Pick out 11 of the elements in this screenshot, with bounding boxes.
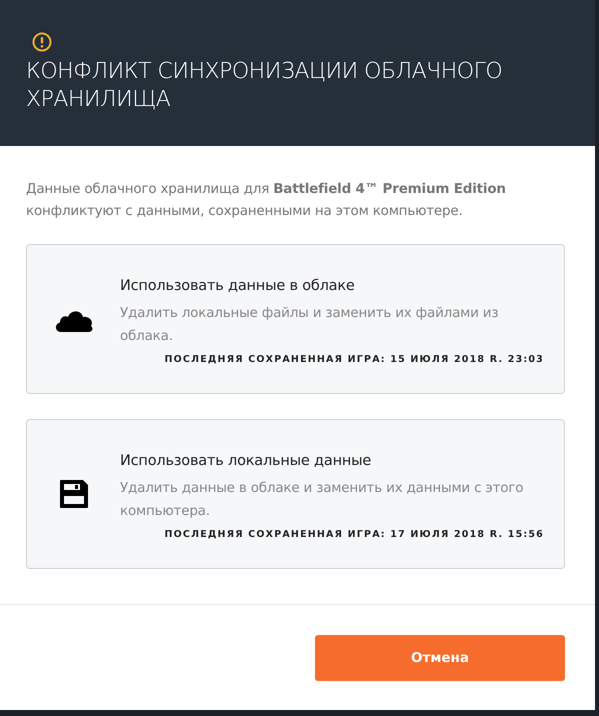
conflict-message: Данные облачного хранилища для Battlefield 4™ Premium Edition конфликтуют с данными, сохраненными на этом компьютере.: [26, 180, 507, 221]
option-description: Удалить локальные файлы и заменить их файлами из облака.: [120, 304, 500, 346]
option-card[interactable]: Использовать данные в облаке Удалить локальные файлы и заменить их файлами из облака. ПОСЛЕДНЯЯ СОХРАНЕННАЯ ИГРА: 15 ИЮЛЯ 2018 R. 23:03: [26, 244, 565, 394]
option-card[interactable]: Использовать локальные данные Удалить данные в облаке и заменить их данными с этого компьютера. ПОСЛЕДНЯЯ СОХРАНЕННАЯ ИГРА: 17 ИЮЛЯ 2018 R. 15:56: [26, 419, 565, 569]
dialog-title: КОНФЛИКТ СИНХРОНИЗАЦИИ ОБЛАЧНОГО ХРАНИЛИЩА: [26, 58, 504, 114]
option-title: Использовать данные в облаке: [120, 278, 356, 294]
last-save-label: ПОСЛЕДНЯЯ СОХРАНЕННАЯ ИГРА: 17 ИЮЛЯ 2018 R. 15:56: [164, 528, 544, 540]
warning-icon: [32, 32, 52, 52]
last-save-label: ПОСЛЕДНЯЯ СОХРАНЕННАЯ ИГРА: 15 ИЮЛЯ 2018 R. 23:03: [164, 354, 544, 364]
option-title: Использовать локальные данные: [120, 452, 372, 468]
option-description: Удалить данные в облаке и заменить их данными с этого компьютера.: [120, 478, 524, 520]
